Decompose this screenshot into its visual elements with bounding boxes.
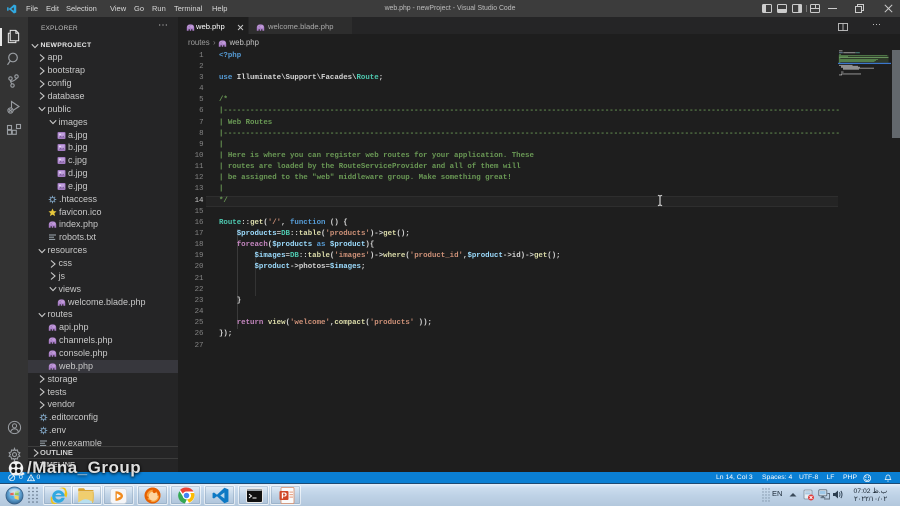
svg-text:P: P: [281, 490, 287, 500]
